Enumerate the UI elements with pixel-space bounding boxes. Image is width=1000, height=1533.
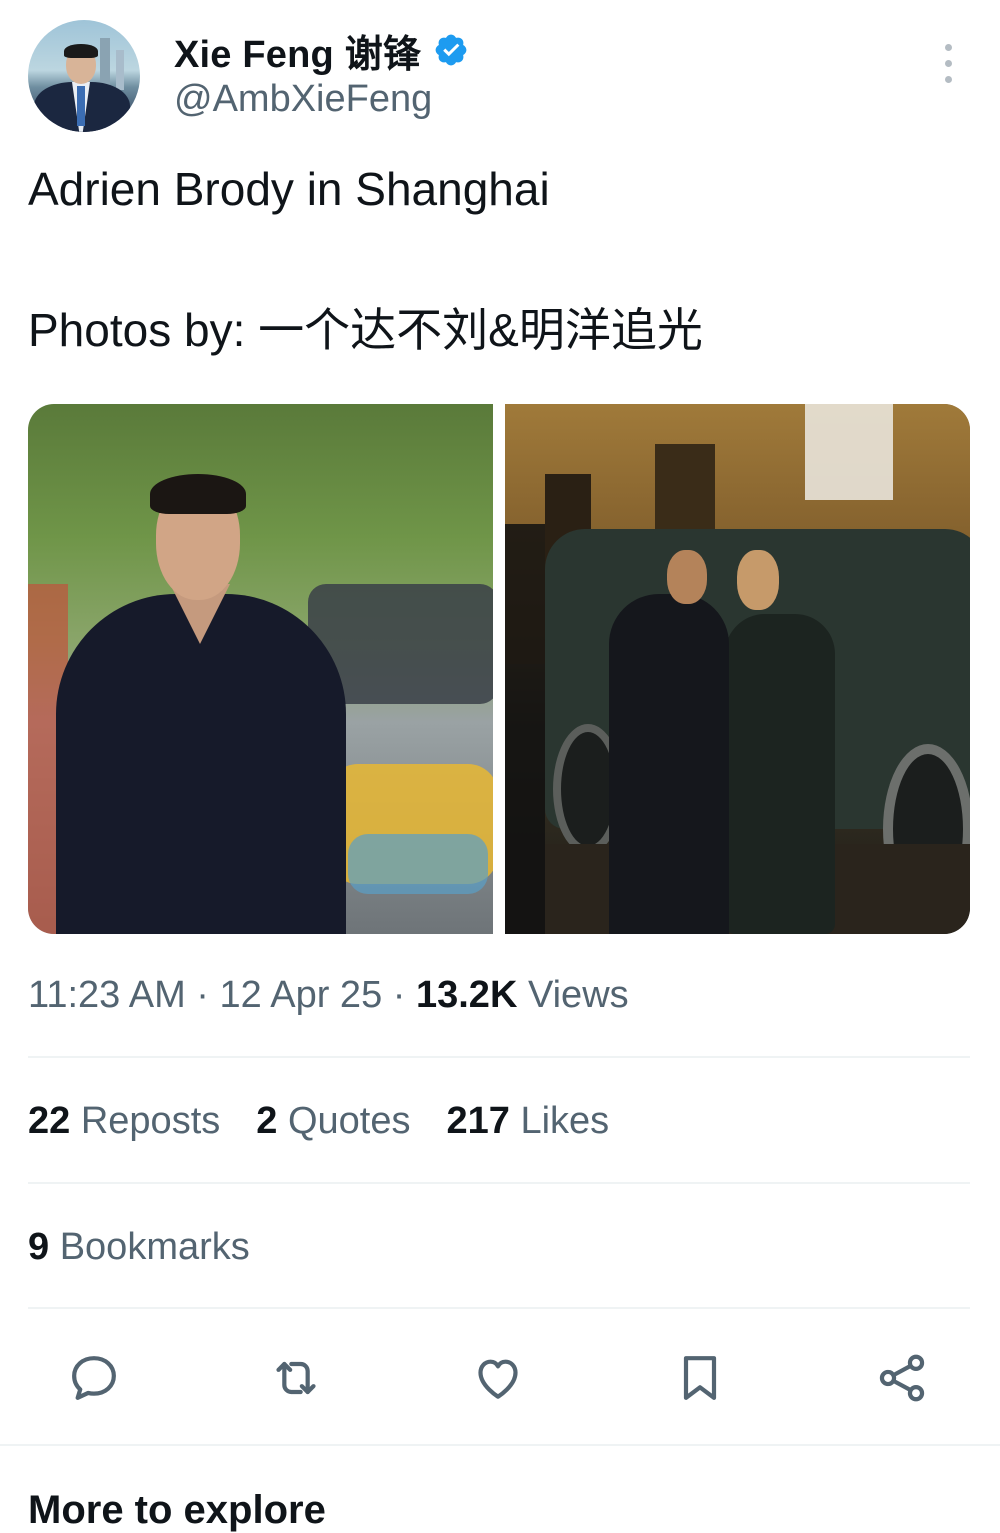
author-name-row[interactable]: Xie Feng 谢锋 (174, 26, 469, 76)
more-section-title: More to explore (28, 1488, 326, 1532)
engagement-stats: 22 Reposts 2 Quotes 217 Likes (28, 1100, 609, 1143)
author-avatar[interactable] (28, 20, 140, 132)
views-count: 13.2K (415, 974, 518, 1016)
divider (28, 1182, 970, 1184)
author-display-name[interactable]: Xie Feng 谢锋 (174, 23, 421, 78)
reply-icon (72, 1356, 116, 1400)
repost-icon (276, 1361, 316, 1395)
photo-2[interactable] (505, 404, 970, 934)
share-button[interactable] (870, 1346, 934, 1410)
verified-badge-icon (435, 34, 467, 66)
bookmarks-stat[interactable]: 9 Bookmarks (28, 1226, 250, 1269)
bookmark-icon (683, 1356, 717, 1400)
section-divider (0, 1444, 1000, 1446)
tweet-text-line-1: Adrien Brody in Shanghai (28, 163, 550, 215)
reposts-stat[interactable]: 22 Reposts (28, 1100, 220, 1143)
tweet-meta: 11:23 AM · 12 Apr 25 · 13.2K Views (28, 974, 629, 1016)
tweet-time[interactable]: 11:23 AM (28, 974, 186, 1016)
share-icon (879, 1354, 925, 1402)
photo-1[interactable] (28, 404, 493, 934)
author-handle[interactable]: @AmbXieFeng (174, 78, 432, 121)
tweet-media-grid (28, 404, 970, 934)
tweet-date[interactable]: 12 Apr 25 (220, 974, 383, 1016)
quotes-stat[interactable]: 2 Quotes (256, 1100, 410, 1143)
divider (28, 1056, 970, 1058)
likes-stat[interactable]: 217 Likes (446, 1100, 609, 1143)
divider (28, 1307, 970, 1309)
like-button[interactable] (466, 1346, 530, 1410)
like-icon (478, 1359, 518, 1399)
bookmark-button[interactable] (668, 1346, 732, 1410)
action-bar (0, 1346, 1000, 1410)
views-label: Views (527, 974, 629, 1016)
tweet-text-line-2: Photos by: 一个达不刘&明洋追光 (28, 304, 703, 356)
reply-button[interactable] (62, 1346, 126, 1410)
repost-button[interactable] (264, 1346, 328, 1410)
more-options-icon[interactable] (936, 44, 960, 88)
